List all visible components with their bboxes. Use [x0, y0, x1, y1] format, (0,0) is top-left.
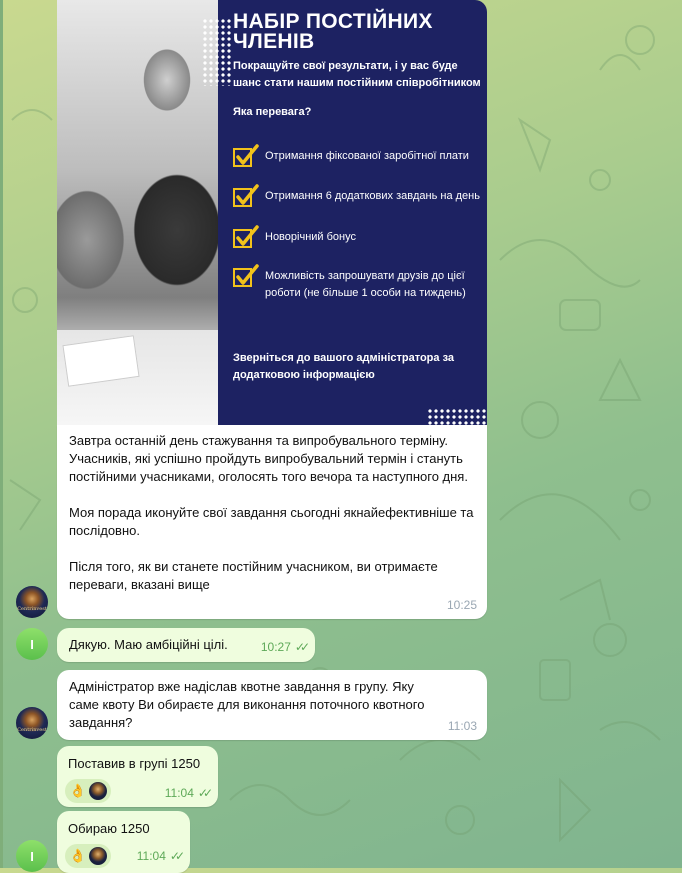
message-time: 11:03	[447, 719, 477, 733]
double-check-icon: ✓✓	[294, 640, 310, 654]
check-icon	[233, 264, 259, 287]
poster-contact: Зверніться до вашого адміністратора за д…	[233, 352, 455, 381]
benefit-item: Можливість запрошувати друзів до цієї ро…	[233, 264, 487, 302]
poster-question: Яка перевага?	[233, 106, 312, 118]
benefit-text: Отримання 6 додаткових завдань на день	[265, 190, 480, 202]
message-bubble-incoming[interactable]: Завтра останній день стажування та випро…	[57, 425, 487, 619]
benefit-item: Отримання фіксованої заробітної плати	[233, 144, 487, 168]
reaction-pill[interactable]: 👌	[65, 779, 111, 803]
benefit-text: Новорічний бонус	[265, 231, 356, 243]
window-edge	[0, 0, 3, 868]
poster-photo	[57, 0, 218, 425]
avatar-initial: I	[30, 636, 34, 652]
poster-subtitle: Покращуйте свої результати, і у вас буде…	[233, 60, 481, 89]
message-bubble-outgoing[interactable]: Поставив в групі 1250 👌 11:04 ✓✓	[57, 746, 218, 807]
reaction-pill[interactable]: 👌	[65, 844, 111, 868]
message-bubble-outgoing[interactable]: Дякую. Маю амбіційні цілі. 10:27 ✓✓	[57, 628, 315, 662]
double-check-icon: ✓✓	[197, 786, 213, 800]
benefit-text: Отримання фіксованої заробітної плати	[265, 150, 469, 162]
message-meta: 11:04 ✓✓	[164, 784, 213, 802]
message-text: Адміністратор вже надіслав квотне завдан…	[69, 679, 429, 730]
message-text: Обираю 1250	[68, 821, 150, 836]
benefit-text: Можливість запрошувати друзів до цієї ро…	[265, 270, 466, 299]
message-time: 11:04	[136, 849, 166, 863]
message-meta: 10:27 ✓✓	[260, 638, 310, 656]
avatar-label: Centrinvest	[17, 606, 47, 612]
reactor-avatar	[89, 847, 107, 865]
message-time: 10:25	[446, 598, 477, 612]
double-check-icon: ✓✓	[169, 849, 185, 863]
message-bubble-outgoing[interactable]: Обираю 1250 👌 11:04 ✓✓	[57, 811, 190, 873]
ok-hand-icon: 👌	[69, 848, 87, 863]
admin-avatar[interactable]: Centrinvest	[16, 586, 48, 618]
user-avatar[interactable]: I	[16, 840, 48, 872]
decor-dots-bottom	[427, 408, 487, 425]
decor-dots-top	[202, 18, 232, 86]
benefit-item: Новорічний бонус	[233, 225, 487, 249]
avatar-initial: I	[30, 848, 34, 864]
message-text: Поставив в групі 1250	[68, 756, 201, 771]
poster-image[interactable]: НАБІР ПОСТІЙНИХ ЧЛЕНІВ Покращуйте свої р…	[57, 0, 487, 425]
reactor-avatar	[89, 782, 107, 800]
avatar-label: Centrinvest	[17, 727, 47, 733]
message-meta: 11:04 ✓✓	[136, 847, 185, 865]
check-icon	[233, 225, 259, 248]
check-icon	[233, 144, 259, 167]
poster-title: НАБІР ПОСТІЙНИХ ЧЛЕНІВ	[233, 10, 433, 53]
benefit-item: Отримання 6 додаткових завдань на день	[233, 184, 487, 208]
poster-text-block: НАБІР ПОСТІЙНИХ ЧЛЕНІВ Покращуйте свої р…	[233, 8, 483, 118]
message-time: 11:04	[164, 786, 194, 800]
ok-hand-icon: 👌	[69, 783, 87, 798]
message-bubble-incoming[interactable]: Адміністратор вже надіслав квотне завдан…	[57, 670, 487, 740]
message-time: 10:27	[260, 640, 291, 654]
check-icon	[233, 184, 259, 207]
message-text: Завтра останній день стажування та випро…	[69, 433, 474, 592]
user-avatar[interactable]: I	[16, 628, 48, 660]
admin-avatar[interactable]: Centrinvest	[16, 707, 48, 739]
